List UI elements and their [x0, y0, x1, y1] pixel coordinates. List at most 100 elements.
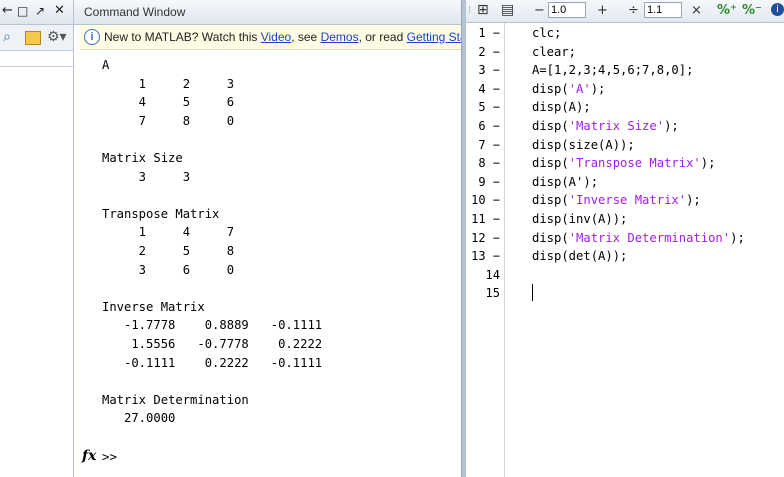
prompt-symbol: >> — [102, 449, 118, 464]
line-number: 12 − — [471, 230, 500, 245]
line-number: 7 − — [478, 137, 500, 152]
code-line[interactable]: clear; — [532, 43, 745, 62]
code-line[interactable]: disp('Matrix Size'); — [532, 117, 745, 136]
line-number: 15 — [485, 286, 500, 301]
undock-icon[interactable]: ↗ — [35, 4, 45, 18]
eval-advance-icon[interactable]: %⁻ — [742, 2, 762, 20]
info-sep-2: , or read — [358, 30, 407, 44]
code-token: ); — [730, 230, 745, 245]
code-token: disp( — [532, 156, 569, 171]
code-token: disp(det(A)); — [532, 249, 628, 264]
divide-button[interactable]: ÷ — [628, 2, 639, 20]
line-number: 10 − — [471, 193, 500, 208]
code-line[interactable]: disp('A'); — [532, 80, 745, 99]
output-line: 4 5 6 — [102, 95, 235, 110]
scale-value-input[interactable]: 1.1 — [644, 2, 682, 18]
code-line[interactable]: disp('Transpose Matrix'); — [532, 154, 745, 173]
code-token: disp(A'); — [532, 174, 599, 189]
code-line[interactable] — [532, 284, 745, 303]
restore-icon[interactable]: □ — [17, 4, 28, 18]
code-line[interactable]: disp(A'); — [532, 173, 745, 192]
code-line[interactable]: disp(det(A)); — [532, 247, 745, 266]
cell-mode-icon[interactable]: ▤ — [501, 1, 514, 19]
output-line: -1.7778 0.8889 -0.1111 — [102, 318, 323, 333]
step-value-input[interactable]: 1.0 — [548, 2, 586, 18]
code-line[interactable]: disp('Inverse Matrix'); — [532, 191, 745, 210]
string-literal: 'Matrix Determination' — [568, 230, 731, 245]
left-panel-titlebar: ← □ ↗ ✕ — [0, 0, 73, 25]
code-token: disp( — [532, 230, 569, 245]
output-line: Matrix Size — [102, 150, 183, 165]
output-line: -0.1111 0.2222 -0.1111 — [102, 355, 323, 370]
code-token: disp( — [532, 81, 569, 96]
command-window-titlebar: Command Window — [74, 0, 461, 25]
getting-started-link[interactable]: Getting Started — [407, 30, 461, 44]
folder-up-icon[interactable] — [25, 31, 41, 45]
arrow-left-icon[interactable]: ← — [2, 3, 13, 18]
string-literal: 'A' — [568, 81, 591, 96]
code-token: clc; — [532, 26, 562, 40]
editor-panel: ⁝ ⊞ ▤ − 1.0 + ÷ 1.1 × %⁺ %⁻ i 1 − 2 − 3 − 4… — [466, 0, 784, 477]
line-number: 13 − — [471, 249, 500, 264]
video-link[interactable]: Video — [261, 30, 291, 44]
code-line[interactable]: clc; — [532, 24, 745, 43]
output-line: 1.5556 -0.7778 0.2222 — [102, 336, 323, 351]
code-token: disp( — [532, 118, 569, 133]
code-line[interactable] — [532, 266, 745, 285]
output-line: 7 8 0 — [102, 113, 235, 128]
output-line: 3 3 — [102, 169, 191, 184]
info-text: New to MATLAB? Watch this Video, see Dem… — [104, 30, 461, 44]
code-token: A=[1,2,3;4,5,6;7,8,0]; — [532, 63, 694, 78]
output-line: 3 6 0 — [102, 262, 235, 277]
command-prompt[interactable]: fx >> — [82, 448, 117, 464]
increment-button[interactable]: + — [597, 2, 608, 20]
insert-cell-icon[interactable]: ⊞ — [477, 1, 489, 19]
text-caret — [532, 284, 533, 301]
search-icon[interactable]: ⌕ — [3, 29, 11, 45]
output-line: A — [102, 58, 110, 72]
demos-link[interactable]: Demos — [321, 30, 359, 44]
info-icon[interactable]: i — [771, 3, 784, 16]
command-output: A 1 2 3 4 5 6 7 8 0 Matrix Size 3 3 Tran… — [102, 56, 322, 428]
code-line[interactable]: disp('Matrix Determination'); — [532, 229, 745, 248]
string-literal: 'Transpose Matrix' — [568, 156, 701, 171]
close-toolbar-button[interactable]: × — [691, 2, 702, 20]
code-token: ); — [686, 193, 701, 208]
command-window-title: Command Window — [84, 5, 186, 19]
close-icon[interactable]: ✕ — [54, 3, 65, 18]
code-line[interactable]: disp(inv(A)); — [532, 210, 745, 229]
code-token: disp(size(A)); — [532, 137, 635, 152]
code-token: disp(A); — [532, 100, 591, 115]
line-number: 3 − — [478, 63, 500, 78]
left-panel-row — [0, 51, 73, 67]
left-panel-toolbar: ⌕ ⚙▾ — [0, 25, 73, 51]
eval-cell-icon[interactable]: %⁺ — [717, 2, 737, 20]
code-token: clear; — [532, 44, 577, 59]
code-line[interactable]: disp(size(A)); — [532, 136, 745, 155]
toolbar-grip-icon: ⁝ — [468, 5, 472, 16]
string-literal: 'Inverse Matrix' — [568, 193, 687, 208]
line-number: 5 − — [478, 100, 500, 115]
code-token: disp(inv(A)); — [532, 211, 628, 226]
decrement-button[interactable]: − — [534, 2, 545, 20]
gear-icon[interactable]: ⚙▾ — [47, 29, 67, 45]
code-token: ); — [664, 118, 679, 133]
line-number: 2 − — [478, 44, 500, 59]
current-folder-panel: ← □ ↗ ✕ ⌕ ⚙▾ — [0, 0, 74, 477]
command-window: Command Window i New to MATLAB? Watch th… — [74, 0, 461, 477]
code-editor[interactable]: clc; clear; A=[1,2,3;4,5,6;7,8,0]; disp('A'… — [532, 24, 745, 303]
editor-toolbar: ⁝ ⊞ ▤ − 1.0 + ÷ 1.1 × %⁺ %⁻ i — [466, 0, 784, 23]
output-line: 27.0000 — [102, 411, 176, 426]
fx-icon[interactable]: fx — [82, 448, 96, 464]
code-line[interactable]: disp(A); — [532, 98, 745, 117]
code-line[interactable]: A=[1,2,3;4,5,6;7,8,0]; — [532, 61, 745, 80]
line-number: 4 − — [478, 81, 500, 96]
line-number: 9 − — [478, 174, 500, 189]
line-numbers: 1 − 2 − 3 − 4 − 5 − 6 − 7 − 8 − 9 − 10 − 11 − 12 − 1… — [466, 24, 504, 303]
line-number: 6 − — [478, 118, 500, 133]
output-line: 2 5 8 — [102, 243, 235, 258]
output-line: Matrix Determination — [102, 392, 249, 407]
